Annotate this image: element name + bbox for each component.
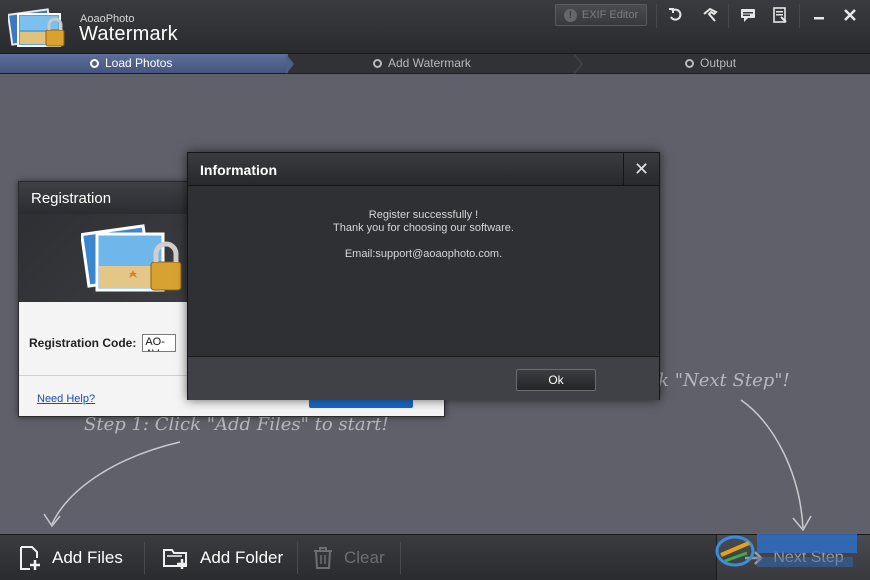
message-line-2: Thank you for choosing our software. (333, 222, 514, 234)
step-load-photos[interactable]: Load Photos (90, 56, 172, 70)
add-file-icon (20, 546, 40, 570)
divider (297, 542, 298, 574)
steps-bar: Load Photos Add Watermark Output (0, 54, 870, 74)
exif-editor-button[interactable]: ! EXIF Editor (555, 4, 647, 26)
message-line-1: Register successfully ! (368, 209, 479, 221)
divider (144, 542, 145, 574)
step-chevron (574, 54, 583, 74)
exif-editor-label: EXIF Editor (581, 9, 639, 21)
chat-icon[interactable] (735, 4, 761, 26)
next-step-label: Next Step (773, 549, 844, 566)
ok-button[interactable]: Ok (516, 369, 596, 391)
information-header: Information ✕ (188, 153, 659, 186)
next-step-button[interactable]: Next Step (716, 535, 870, 580)
step-label: Load Photos (105, 56, 173, 70)
add-files-button[interactable]: Add Files (18, 535, 123, 580)
circle-icon (90, 58, 99, 68)
information-dialog: Information ✕ Register successfully ! Th… (187, 152, 660, 400)
registration-code-input[interactable]: AO-AV (142, 334, 177, 352)
support-email: Email:support@aoaophoto.com. (344, 248, 503, 260)
photo-lock-icon (81, 224, 182, 292)
step-label: Output (700, 56, 737, 70)
add-folder-button[interactable]: Add Folder (162, 535, 283, 580)
clear-button[interactable]: Clear (312, 535, 385, 580)
step-chevron (286, 54, 294, 74)
divider (799, 4, 800, 28)
minimize-icon[interactable] (806, 4, 832, 26)
divider (400, 542, 401, 574)
arrow-right-icon (745, 551, 764, 565)
add-folder-icon (163, 549, 187, 569)
need-help-link[interactable]: Need Help? (37, 393, 95, 405)
register-icon[interactable] (767, 4, 793, 26)
divider (728, 4, 729, 28)
clear-label: Clear (344, 548, 385, 567)
arrow-to-next-step (740, 399, 812, 532)
information-body: Register successfully ! Thank you for ch… (188, 186, 659, 356)
step-output[interactable]: Output (685, 56, 736, 70)
undo-icon[interactable] (663, 4, 689, 26)
add-folder-label: Add Folder (200, 548, 284, 567)
hammer-icon[interactable] (697, 4, 723, 26)
circle-icon (373, 58, 382, 68)
information-title: Information (200, 162, 277, 178)
registration-code-row: Registration Code: AO-AV (29, 334, 177, 352)
registration-code-label: Registration Code: (29, 336, 137, 350)
hint-step3: ck "Next Step"! (648, 370, 790, 391)
app-title: Watermark (79, 23, 178, 45)
app-logo (8, 8, 65, 47)
dialog-close-icon[interactable]: ✕ (623, 153, 659, 186)
exclamation-icon: ! (563, 8, 577, 22)
trash-icon (314, 547, 332, 569)
close-icon[interactable] (837, 4, 863, 26)
hint-step1: Step 1: Click "Add Files" to start! (84, 414, 389, 435)
bottom-toolbar: Add Files Add Folder Clear Next Step (0, 534, 870, 580)
step-add-watermark[interactable]: Add Watermark (373, 56, 471, 70)
divider (656, 4, 657, 28)
arrow-to-add-files (43, 441, 181, 528)
add-files-label: Add Files (52, 548, 123, 567)
dialog-footer: Ok (188, 356, 659, 400)
step-label: Add Watermark (388, 56, 471, 70)
circle-icon (685, 58, 694, 68)
title-bar: AoaoPhoto Watermark ! EXIF Editor (0, 0, 870, 54)
